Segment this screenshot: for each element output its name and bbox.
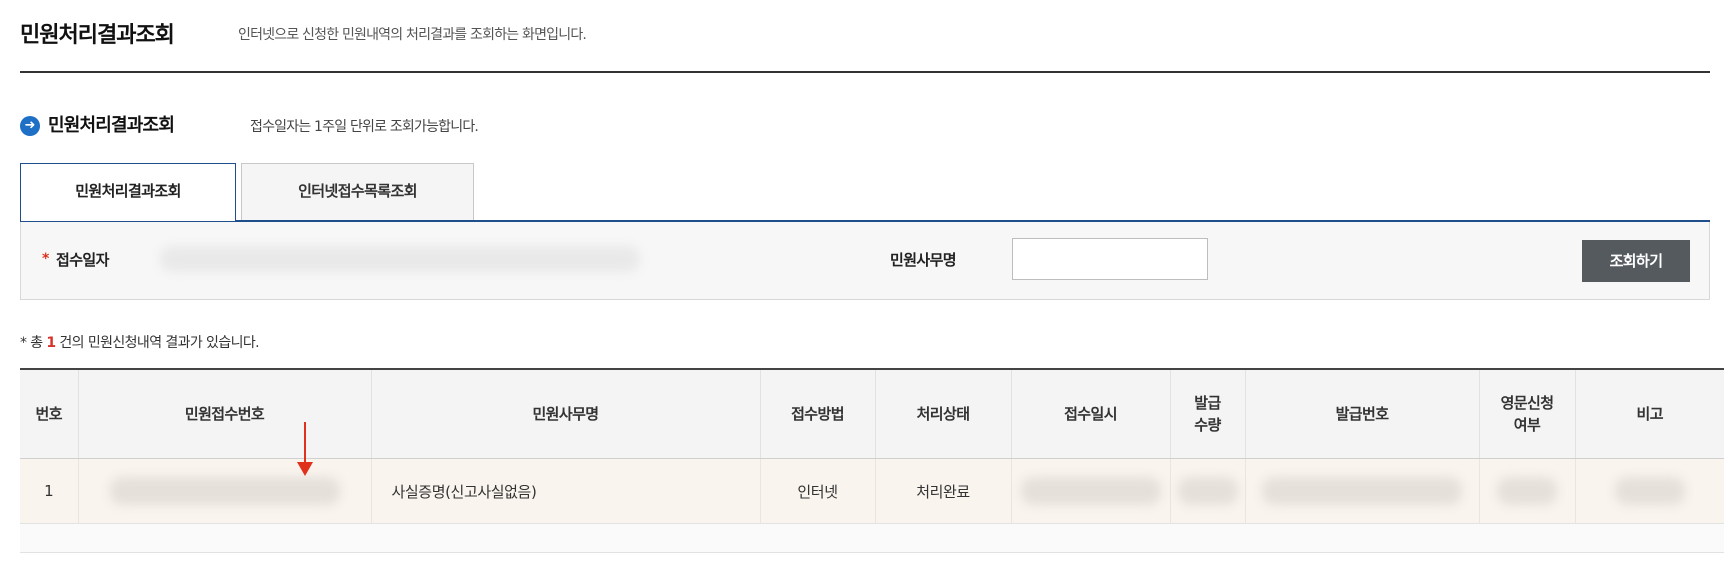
blurred-receipt-no bbox=[109, 477, 340, 505]
cell-receipt-no[interactable] bbox=[77, 458, 371, 524]
page-description: 인터넷으로 신청한 민원내역의 처리결과를 조회하는 화면입니다. bbox=[238, 27, 587, 43]
table-footer-row bbox=[20, 524, 1724, 553]
cell-no: 1 bbox=[20, 458, 78, 524]
cell-status: 처리완료 bbox=[874, 458, 1011, 524]
blurred-issue-count bbox=[1177, 477, 1238, 505]
header-office-name: 민원사무명 bbox=[370, 368, 760, 459]
tab-internet-receipt-list[interactable]: 인터넷접수목록조회 bbox=[241, 163, 474, 221]
header-received-at: 접수일시 bbox=[1010, 368, 1170, 459]
date-range-field[interactable] bbox=[160, 246, 640, 272]
blurred-received-at bbox=[1020, 477, 1161, 505]
title-divider bbox=[20, 71, 1710, 73]
office-name-input[interactable] bbox=[1012, 238, 1208, 280]
header-office-name-text: 민원사무명 bbox=[532, 405, 599, 423]
header-status: 처리상태 bbox=[874, 368, 1011, 459]
header-no: 번호 bbox=[20, 368, 78, 459]
header-issue-count-text: 발급 수량 bbox=[1194, 394, 1221, 434]
tab-underline bbox=[20, 220, 1710, 222]
date-label: 접수일자 bbox=[56, 251, 109, 269]
cell-remarks bbox=[1574, 458, 1724, 524]
office-label: 민원사무명 bbox=[890, 251, 957, 269]
header-remarks-text: 비고 bbox=[1636, 405, 1664, 423]
cell-method: 인터넷 bbox=[759, 458, 875, 524]
cell-received-at bbox=[1010, 458, 1170, 524]
result-prefix: * 총 bbox=[20, 335, 43, 351]
search-button[interactable]: 조회하기 bbox=[1582, 240, 1690, 282]
tab-result-inquiry[interactable]: 민원처리결과조회 bbox=[20, 163, 236, 221]
result-count: 1 bbox=[46, 335, 56, 351]
arrow-right-circle-icon: ➜ bbox=[20, 116, 40, 136]
result-suffix: 건의 민원신청내역 결과가 있습니다. bbox=[59, 335, 260, 351]
annotation-arrow-down-icon bbox=[297, 462, 313, 476]
blurred-issue-no bbox=[1262, 477, 1462, 505]
header-english-request: 영문신청 여부 bbox=[1478, 368, 1575, 459]
section-title: 민원처리결과조회 bbox=[48, 115, 175, 136]
header-receipt-no: 민원접수번호 bbox=[77, 368, 371, 459]
section-description: 접수일자는 1주일 단위로 조회가능합니다. bbox=[250, 119, 479, 135]
header-remarks: 비고 bbox=[1574, 368, 1724, 459]
result-table: 번호 민원접수번호 민원사무명 접수방법 처리상태 접수일시 발급 수량 발급번… bbox=[20, 368, 1724, 524]
page-title: 민원처리결과조회 bbox=[20, 23, 175, 48]
header-issue-no-text: 발급번호 bbox=[1335, 405, 1389, 423]
header-issue-count: 발급 수량 bbox=[1169, 368, 1245, 459]
blurred-english-request bbox=[1497, 477, 1557, 505]
cell-issue-no bbox=[1244, 458, 1479, 524]
result-summary: * 총 1 건의 민원신청내역 결과가 있습니다. bbox=[20, 332, 260, 352]
cell-office-name[interactable]: 사실증명(신고사실없음) bbox=[370, 458, 760, 524]
header-method: 접수방법 bbox=[759, 368, 875, 459]
header-received-at-text: 접수일시 bbox=[1064, 405, 1117, 423]
blurred-remarks bbox=[1614, 477, 1685, 505]
header-method-text: 접수방법 bbox=[791, 405, 844, 423]
header-issue-no: 발급번호 bbox=[1244, 368, 1479, 459]
required-mark: * bbox=[42, 251, 50, 267]
table-row[interactable]: 1 사실증명(신고사실없음) 인터넷 처리완료 bbox=[20, 458, 1724, 524]
header-receipt-no-text: 민원접수번호 bbox=[184, 405, 265, 423]
header-status-text: 처리상태 bbox=[916, 405, 970, 423]
cell-issue-count bbox=[1169, 458, 1245, 524]
header-no-text: 번호 bbox=[35, 405, 63, 423]
cell-english-request bbox=[1478, 458, 1575, 524]
header-english-request-text: 영문신청 여부 bbox=[1500, 394, 1554, 434]
annotation-arrow-shaft bbox=[304, 422, 306, 464]
table-header-row: 번호 민원접수번호 민원사무명 접수방법 처리상태 접수일시 발급 수량 발급번… bbox=[20, 368, 1724, 459]
